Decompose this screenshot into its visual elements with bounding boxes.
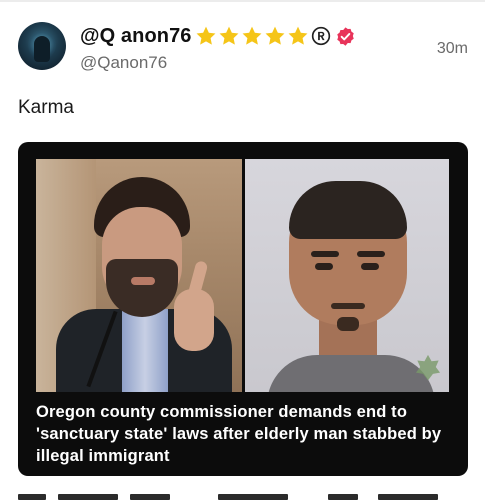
rating-stars xyxy=(194,25,309,47)
top-divider xyxy=(0,0,485,2)
star-icon xyxy=(219,26,238,45)
link-preview-card[interactable]: Oregon county commissioner demands end t… xyxy=(18,142,468,476)
star-icon xyxy=(196,26,215,45)
star-icon xyxy=(265,26,284,45)
verified-badge-icon xyxy=(336,26,354,46)
author-handle[interactable]: @Qanon76 xyxy=(80,53,167,73)
star-icon xyxy=(288,26,307,45)
post-timestamp: 30m xyxy=(436,40,468,57)
post-text: Karma xyxy=(18,97,74,118)
registered-icon xyxy=(311,26,330,46)
link-headline[interactable]: Oregon county commissioner demands end t… xyxy=(36,401,456,467)
commissioner-photo xyxy=(36,159,242,392)
post-header: @Q anon76 @Qanon76 30m xyxy=(18,22,468,78)
display-name-row: @Q anon76 xyxy=(80,23,356,49)
mugshot-photo xyxy=(245,159,449,392)
next-post-peek xyxy=(18,494,468,500)
display-name[interactable]: @Q anon76 xyxy=(80,25,192,48)
avatar[interactable] xyxy=(18,22,66,70)
sheriff-badge-icon xyxy=(415,354,441,381)
star-icon xyxy=(242,26,261,45)
